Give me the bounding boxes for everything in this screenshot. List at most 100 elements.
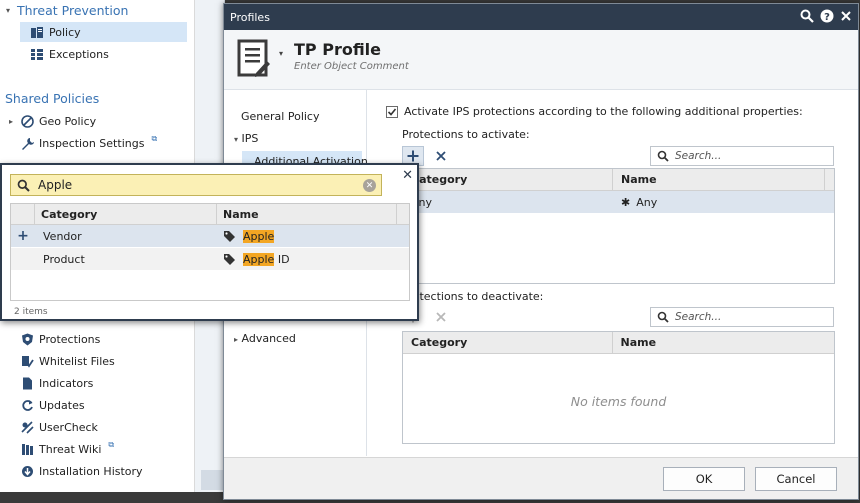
column-header-name[interactable]: Name [613,169,825,190]
indicators-icon [20,376,34,390]
column-header-name[interactable]: Name [613,332,834,353]
any-asterisk-icon: ✱ [621,195,631,209]
nav-threat-prevention[interactable]: ▾ Threat Prevention [6,0,128,20]
expand-arrow-icon[interactable]: ▸ [234,335,238,344]
dialog-title: Profiles [230,10,270,24]
row-category: Any [411,195,433,209]
activate-ips-label: Activate IPS protections according to th… [404,105,803,118]
results-table-header: Category Name [11,204,409,225]
results-count: 2 items [14,307,48,317]
protections-to-deactivate-label: Protections to deactivate: [402,290,544,303]
search-icon[interactable] [800,9,814,23]
profile-header: ▾ TP Profile Enter Object Comment [224,30,858,90]
nav-item-indicators[interactable]: Indicators [20,373,93,393]
nav-item-inspection-settings[interactable]: Inspection Settings ⧉ [20,133,157,153]
activate-search-field[interactable]: Search... [650,146,834,166]
nav-item-whitelist-files-label: Whitelist Files [39,354,115,368]
protections-to-activate-label: Protections to activate: [402,128,530,141]
dialog-title-bar: Profiles ? [224,4,858,30]
profile-menu-caret-icon[interactable]: ▾ [279,49,283,58]
nav-item-usercheck-label: UserCheck [39,420,98,434]
nav-item-updates[interactable]: Updates [20,395,85,415]
add-plus-icon[interactable]: + [11,228,35,244]
remove-activate-button[interactable] [430,146,452,166]
background-scroll-band [201,470,223,490]
search-icon [17,179,30,192]
dialog-nav-advanced-label: Advanced [241,332,296,345]
search-results-table: Category Name + Vendor Apple Product App… [10,203,410,301]
dialog-nav-ips[interactable]: ▾ IPS [234,132,258,145]
usercheck-icon [20,420,34,434]
search-icon [657,150,669,162]
name-remainder: ID [274,252,290,266]
object-comment-field[interactable]: Enter Object Comment [294,61,409,72]
cancel-button[interactable]: Cancel [755,467,837,491]
column-header-category[interactable]: Category [35,204,217,224]
nav-item-threat-wiki[interactable]: Threat Wiki ⧉ [20,439,114,459]
nav-item-protections-label: Protections [39,332,101,346]
dialog-footer: OK Cancel [224,457,858,499]
nav-item-inspection-settings-label: Inspection Settings [39,136,145,150]
nav-item-installation-history[interactable]: Installation History [20,461,143,481]
protections-icon [20,332,34,346]
collapse-arrow-icon[interactable]: ▾ [6,6,12,15]
external-link-icon: ⧉ [151,134,158,143]
table-row[interactable]: Product Apple ID [11,248,409,271]
nav-item-threat-wiki-label: Threat Wiki [39,442,102,456]
nav-item-geo-policy[interactable]: ▸ Geo Policy [9,111,96,131]
nav-item-usercheck[interactable]: UserCheck [20,417,98,437]
column-header-category[interactable]: Category [403,332,613,353]
deactivate-table-header: Category Name [403,332,834,354]
help-icon[interactable]: ? [820,9,834,23]
deactivate-table: Category Name No items found [402,331,835,444]
nav-item-exceptions[interactable]: Exceptions [30,44,109,64]
ok-button[interactable]: OK [663,467,745,491]
match-highlight: Apple [243,252,275,266]
nav-item-indicators-label: Indicators [39,376,94,390]
activate-ips-option[interactable]: Activate IPS protections according to th… [386,105,803,118]
deactivate-search-field[interactable]: Search... [650,307,834,327]
activate-ips-checkbox[interactable] [386,105,398,118]
popup-search-input[interactable]: Apple ✕ [10,174,382,196]
nav-item-protections[interactable]: Protections [20,329,100,349]
empty-state-message: No items found [570,394,667,409]
geo-policy-icon [20,114,34,128]
dialog-nav-ips-label: IPS [241,132,259,145]
column-header-spacer [11,204,35,224]
expand-arrow-icon[interactable]: ▸ [9,117,15,126]
column-header-category[interactable]: Category [403,169,613,190]
collapse-arrow-icon[interactable]: ▾ [234,135,238,144]
svg-text:?: ? [824,12,830,23]
nav-item-policy[interactable]: Policy [20,22,187,42]
refresh-icon [20,398,34,412]
external-link-icon: ⧉ [108,440,115,449]
clear-search-icon[interactable]: ✕ [363,179,376,192]
search-results-popup: ✕ Apple ✕ Category Name + Vendor Apple P… [0,163,419,321]
search-icon [657,311,669,323]
nav-item-exceptions-label: Exceptions [49,47,109,61]
nav-threat-prevention-label: Threat Prevention [17,2,129,18]
activate-table-header: Category Name [403,169,834,191]
column-header-name[interactable]: Name [217,204,397,224]
remove-deactivate-button[interactable] [430,307,452,327]
profile-name[interactable]: TP Profile [294,40,381,59]
table-row[interactable]: Any ✱ Any [403,191,834,213]
dialog-nav-general-policy[interactable]: General Policy [241,110,320,123]
profile-document-icon [236,39,272,79]
row-category: Vendor [43,229,82,243]
threat-wiki-icon [20,442,34,456]
tag-icon [223,230,237,242]
table-row[interactable]: + Vendor Apple [11,225,409,248]
close-icon[interactable]: ✕ [402,168,413,183]
close-icon[interactable] [840,9,852,23]
row-name: Any [636,195,658,209]
tag-icon [223,253,237,265]
deactivate-search-placeholder: Search... [675,311,722,323]
nav-item-whitelist-files[interactable]: Whitelist Files [20,351,115,371]
nav-shared-policies[interactable]: Shared Policies [5,91,99,106]
dialog-nav-advanced[interactable]: ▸ Advanced [234,332,296,345]
nav-item-policy-label: Policy [49,25,81,39]
row-name-cell: ✱ Any [613,196,657,209]
nav-item-updates-label: Updates [39,398,85,412]
popup-search-value: Apple [38,178,73,192]
